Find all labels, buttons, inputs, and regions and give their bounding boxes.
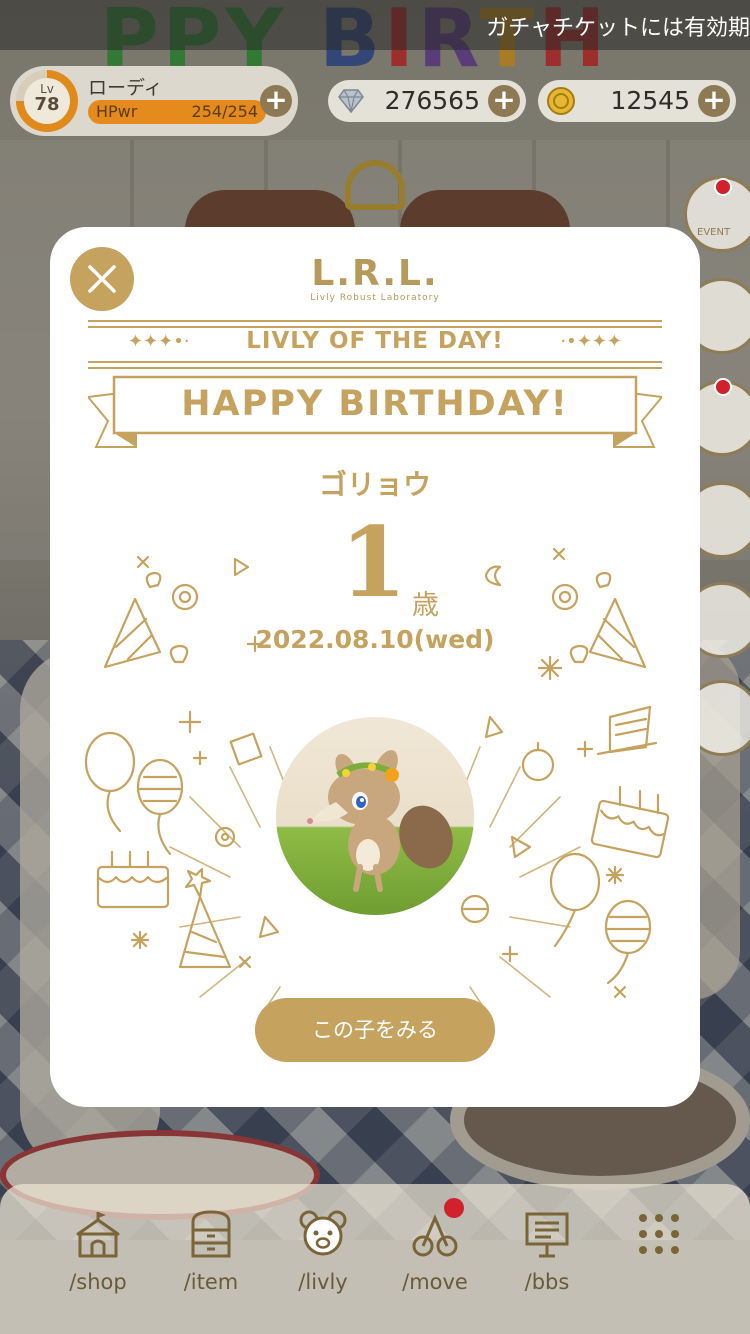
logo-text: L.R.L. [311,253,439,294]
event-notification-badge [714,178,732,196]
gem-count: 276565 [384,86,480,115]
nav-move[interactable]: /move [380,1198,490,1294]
close-icon [88,265,116,293]
nav-item[interactable]: /item [156,1208,266,1294]
coin-count: 12545 [610,86,690,115]
add-hp-button[interactable]: + [260,85,292,117]
board-icon [525,1212,569,1258]
lrl-logo: L.R.L. Livly Robust Laboratory [300,253,450,304]
ticker-text: ガチャチケットには有効期 [486,16,750,41]
user-name: ローディ [88,77,163,99]
hp-bar: HPwr 254/254 [88,100,266,124]
nav-bbs[interactable]: /bbs [492,1208,602,1294]
bottom-navigation: /shop /item /livly /move /bbs [0,1184,750,1334]
nav-bbs-label: /bbs [524,1270,570,1294]
level-progress-ring: Lv 78 [16,70,78,132]
logo-subtitle: Livly Robust Laboratory [310,293,440,303]
birthday-modal: L.R.L. Livly Robust Laboratory ✦✦✦•· LIV… [50,227,700,1107]
view-pet-button[interactable]: この子をみる [255,998,495,1062]
add-coins-button[interactable]: + [698,85,730,117]
move-notification-badge [444,1198,464,1218]
sparkle-decoration-right: ·•✦✦✦ [560,331,622,352]
divider [88,367,662,369]
diamond-icon [338,89,364,114]
tent-icon [76,1212,120,1258]
hp-label: HPwr [96,102,138,121]
pet-avatar [276,717,474,915]
nav-menu[interactable] [604,1208,714,1260]
nav-move-label: /move [402,1270,468,1294]
nav-item-label: /item [183,1270,239,1294]
news-ticker[interactable]: ガチャチケットには有効期 [0,0,750,50]
grid-menu-icon [639,1214,679,1254]
divider [88,320,662,322]
bear-face-icon [299,1210,347,1256]
happy-birthday-headline: HAPPY BIRTHDAY! [181,384,569,424]
nav-livly-label: /livly [298,1270,348,1294]
event-label: EVENT [697,227,731,238]
pet-illustration [307,750,453,892]
nav-shop[interactable]: /shop [43,1208,153,1294]
divider [88,361,662,363]
user-status[interactable]: Lv 78 ローディ HPwr 254/254 + [10,66,298,136]
coin-icon [547,87,575,115]
nav-shop-label: /shop [69,1270,127,1294]
nav-livly[interactable]: /livly [268,1208,378,1294]
drawer-icon [191,1210,231,1258]
pet-name: ゴリョウ [318,468,431,501]
side-notification-badge [714,378,732,396]
close-button[interactable] [70,247,134,311]
hp-value: 254/254 [191,102,258,121]
level-badge: Lv 78 [24,78,70,124]
add-gems-button[interactable]: + [488,85,520,117]
coin-counter: 12545 + [538,80,736,122]
level-value: 78 [34,94,60,115]
gem-counter: 276565 + [328,80,526,122]
